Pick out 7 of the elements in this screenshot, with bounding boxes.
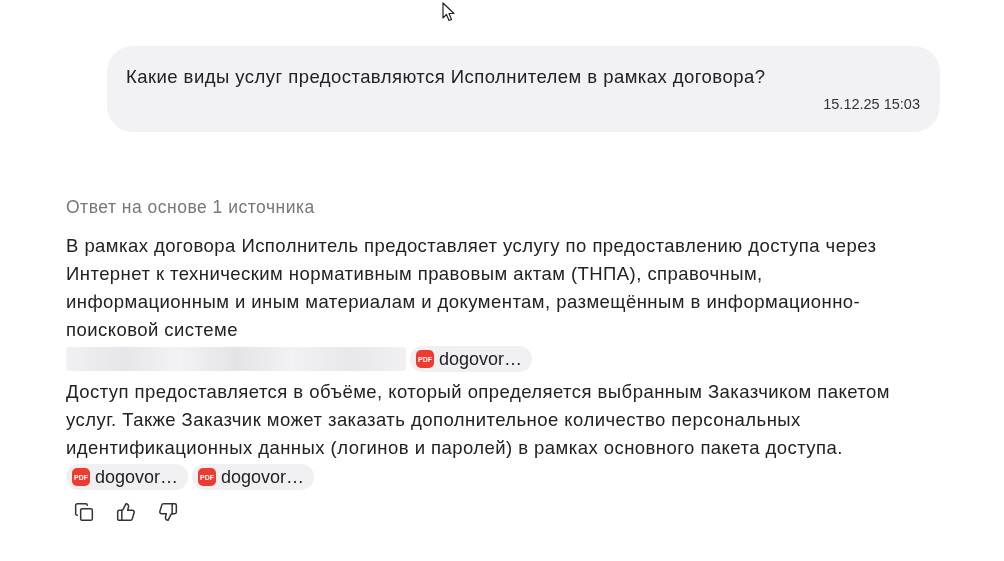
answer-heading: Ответ на основе 1 источника xyxy=(66,195,316,219)
question-text: Какие виды услуг предоставляются Исполнителем в рамках договора? xyxy=(126,65,767,89)
copy-icon[interactable] xyxy=(74,502,94,522)
answer-text: Доступ предоставляется в объёме, который определяется выбранным Заказчиком пакетом услуг. Также Заказчик может заказать дополнительное количество персональных идентификационных данных (логинов и паролей) в рамках основного пакета доступа. xyxy=(66,380,891,460)
thumbs-down-icon[interactable] xyxy=(158,502,178,522)
message-time: 15.12.25 15:03 xyxy=(823,95,920,114)
thumbs-up-icon[interactable] xyxy=(116,502,136,522)
